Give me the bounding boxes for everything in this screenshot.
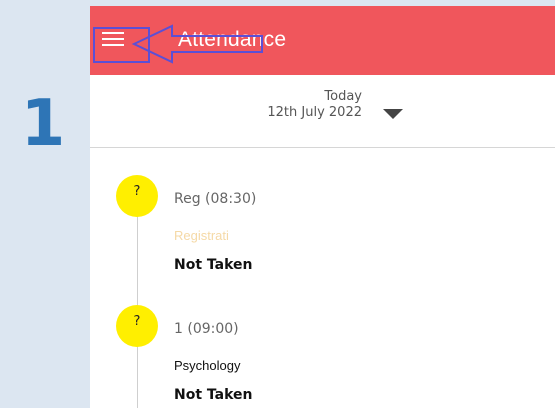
timeline: ? Reg (08:30) Registrati Not Taken ? 1 (… (90, 147, 555, 408)
unknown-status-icon: ? (116, 305, 158, 347)
app-bar: Attendance (90, 6, 555, 75)
period-time: Reg (08:30) (174, 191, 257, 207)
step-number: 1 (20, 87, 66, 161)
app-screen: Attendance Today 12th July 2022 ? Reg (0… (90, 6, 555, 408)
page-title: Attendance (178, 28, 287, 51)
hamburger-menu-icon[interactable] (102, 28, 124, 46)
period-subject: Registrati (174, 228, 229, 243)
date-selector[interactable]: Today 12th July 2022 (90, 75, 555, 148)
unknown-status-icon: ? (116, 175, 158, 217)
attendance-status: Not Taken (174, 257, 253, 273)
timeline-line (137, 187, 138, 408)
date-value: 12th July 2022 (267, 105, 362, 120)
period-time: 1 (09:00) (174, 321, 239, 337)
caret-down-icon[interactable] (383, 109, 403, 119)
date-today-label: Today (324, 89, 362, 104)
attendance-status: Not Taken (174, 387, 253, 403)
period-subject: Psychology (174, 358, 241, 373)
